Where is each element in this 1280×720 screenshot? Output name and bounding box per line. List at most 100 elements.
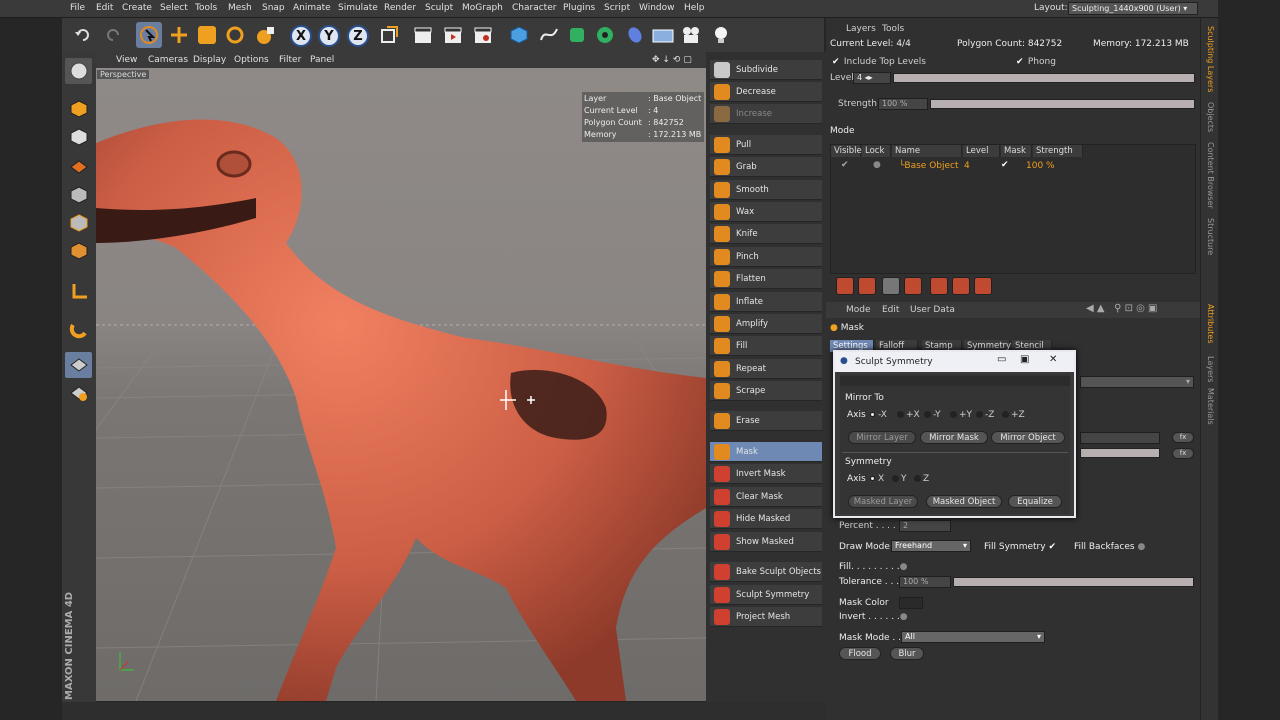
viewport[interactable]: Perspective Layer: Base Object Current L…	[96, 68, 706, 701]
camera-button[interactable]	[678, 22, 704, 48]
menu-help[interactable]: Help	[684, 3, 705, 13]
merge-layer-button[interactable]	[904, 277, 922, 295]
masked-layer-button[interactable]: Masked Layer	[848, 495, 918, 508]
sculpt-grid-button[interactable]	[65, 352, 92, 378]
viewport-menu-filter[interactable]: Filter	[279, 55, 301, 65]
command-amplify-button[interactable]: Amplify	[710, 314, 822, 334]
flood-button[interactable]: Flood	[839, 647, 881, 660]
invert[interactable]: Invert . . . . . .●	[839, 612, 908, 622]
scale-button[interactable]	[194, 22, 220, 48]
viewport-menu-view[interactable]: View	[116, 55, 137, 65]
menu-snap[interactable]: Snap	[262, 3, 285, 13]
render-settings-button[interactable]	[470, 22, 496, 48]
viewport-menu-cameras[interactable]: Cameras	[148, 55, 188, 65]
mask-mode-select[interactable]: All ▾	[901, 631, 1045, 643]
attr-menu-user-data[interactable]: User Data	[910, 305, 955, 315]
close-icon[interactable]: ✕	[1049, 354, 1057, 365]
y-axis-button[interactable]: Y	[316, 22, 342, 48]
menu-animate[interactable]: Animate	[293, 3, 331, 13]
mirror-object-button[interactable]: Mirror Object	[991, 431, 1065, 444]
menu-render[interactable]: Render	[384, 3, 416, 13]
phong[interactable]: ✔ Phong	[1016, 57, 1056, 67]
level-field[interactable]: 4 ◂▸	[853, 72, 891, 84]
attr-menu-mode[interactable]: Mode	[846, 305, 871, 315]
command-flatten-button[interactable]: Flatten	[710, 269, 822, 289]
command-repeat-button[interactable]: Repeat	[710, 359, 822, 379]
command-mask-button[interactable]: Mask	[710, 442, 822, 462]
include-top-levels[interactable]: ✔ Include Top Levels	[832, 57, 926, 67]
menu-file[interactable]: File	[70, 3, 85, 13]
mirror-axis-minus-x[interactable]: -X	[869, 410, 887, 420]
command-grab-button[interactable]: Grab	[710, 157, 822, 177]
command-show-masked-button[interactable]: Show Masked	[710, 532, 822, 552]
command-project-mesh-button[interactable]: Project Mesh	[710, 607, 822, 627]
hidden-dropdown[interactable]: ▾	[1080, 376, 1194, 388]
workplane-button[interactable]	[65, 152, 92, 178]
mirror-layer-button[interactable]: Mirror Layer	[848, 431, 916, 444]
menu-sculpt[interactable]: Sculpt	[425, 3, 453, 13]
command-decrease-button[interactable]: Decrease	[710, 82, 822, 102]
menu-plugins[interactable]: Plugins	[563, 3, 595, 13]
side-tab-layers[interactable]: Layers	[1206, 356, 1215, 382]
sym-axis-z[interactable]: Z	[914, 474, 929, 484]
mask-color-swatch[interactable]	[899, 597, 923, 609]
strength-field[interactable]: 100 %	[878, 98, 928, 110]
render-view-button[interactable]	[410, 22, 436, 48]
side-tab-attributes[interactable]: Attributes	[1206, 304, 1215, 344]
mask-check-icon[interactable]: ✔	[1001, 160, 1009, 170]
masked-object-button[interactable]: Masked Object	[926, 495, 1002, 508]
command-wax-button[interactable]: Wax	[710, 202, 822, 222]
command-invert-mask-button[interactable]: Invert Mask	[710, 464, 822, 484]
command-bake-sculpt-objects-button[interactable]: Bake Sculpt Objects	[710, 562, 822, 582]
model-mode-button[interactable]	[65, 96, 92, 122]
mirror-axis-minus-y[interactable]: -Y	[924, 410, 941, 420]
command-knife-button[interactable]: Knife	[710, 224, 822, 244]
coordinate-system-button[interactable]	[376, 22, 402, 48]
equalize-button[interactable]: Equalize	[1008, 495, 1062, 508]
mirror-axis-plus-x[interactable]: +X	[897, 410, 920, 420]
array-button[interactable]	[592, 22, 618, 48]
menu-simulate[interactable]: Simulate	[338, 3, 378, 13]
dialog-titlebar[interactable]: ● Sculpt Symmetry ▭ ▣ ✕	[835, 352, 1074, 372]
render-picture-viewer-button[interactable]	[440, 22, 466, 48]
draw-mode-select[interactable]: Freehand ▾	[891, 540, 971, 552]
viewport-menu-panel[interactable]: Panel	[310, 55, 334, 65]
menu-script[interactable]: Script	[604, 3, 630, 13]
polygons-mode-button[interactable]	[65, 238, 92, 264]
redo-button[interactable]	[100, 22, 126, 48]
command-pinch-button[interactable]: Pinch	[710, 247, 822, 267]
hidden-slider-1[interactable]	[1080, 448, 1160, 458]
mirror-axis-minus-z[interactable]: -Z	[976, 410, 994, 420]
light-button[interactable]	[708, 22, 734, 48]
snapping-button[interactable]	[65, 316, 92, 342]
layout-select[interactable]: Sculpting_1440x900 (User) ▾	[1068, 2, 1198, 15]
sculpt-layer-button[interactable]	[65, 380, 92, 406]
rotate-button[interactable]	[222, 22, 248, 48]
command-fill-button[interactable]: Fill	[710, 336, 822, 356]
spline-button[interactable]	[536, 22, 562, 48]
command-clear-mask-button[interactable]: Clear Mask	[710, 487, 822, 507]
texture-mode-button[interactable]	[65, 124, 92, 150]
viewport-navigation-icons[interactable]: ✥ ↓ ⟲ ▢	[652, 55, 692, 65]
menu-create[interactable]: Create	[122, 3, 152, 13]
deformer-button[interactable]	[622, 22, 648, 48]
add-layer-button[interactable]	[836, 277, 854, 295]
blur-button[interactable]: Blur	[890, 647, 924, 660]
bake-layer-button[interactable]	[930, 277, 948, 295]
make-editable-button[interactable]	[65, 58, 92, 84]
live-selection-button[interactable]	[136, 22, 162, 48]
fill-backfaces[interactable]: Fill Backfaces ●	[1074, 542, 1145, 552]
delete-layer-button[interactable]	[882, 277, 900, 295]
percent-field[interactable]: 2	[899, 520, 951, 532]
lock-toggle-icon[interactable]: ●	[873, 160, 881, 170]
layer-up-button[interactable]	[952, 277, 970, 295]
strength-slider[interactable]	[930, 99, 1195, 109]
menu-tools[interactable]: Tools	[195, 3, 217, 13]
undo-button[interactable]	[70, 22, 96, 48]
recent-tool-button[interactable]	[252, 22, 278, 48]
command-scrape-button[interactable]: Scrape	[710, 381, 822, 401]
attr-menu-edit[interactable]: Edit	[882, 305, 899, 315]
fill[interactable]: Fill. . . . . . . . .●	[839, 562, 908, 572]
move-button[interactable]	[166, 22, 192, 48]
menu-select[interactable]: Select	[160, 3, 188, 13]
